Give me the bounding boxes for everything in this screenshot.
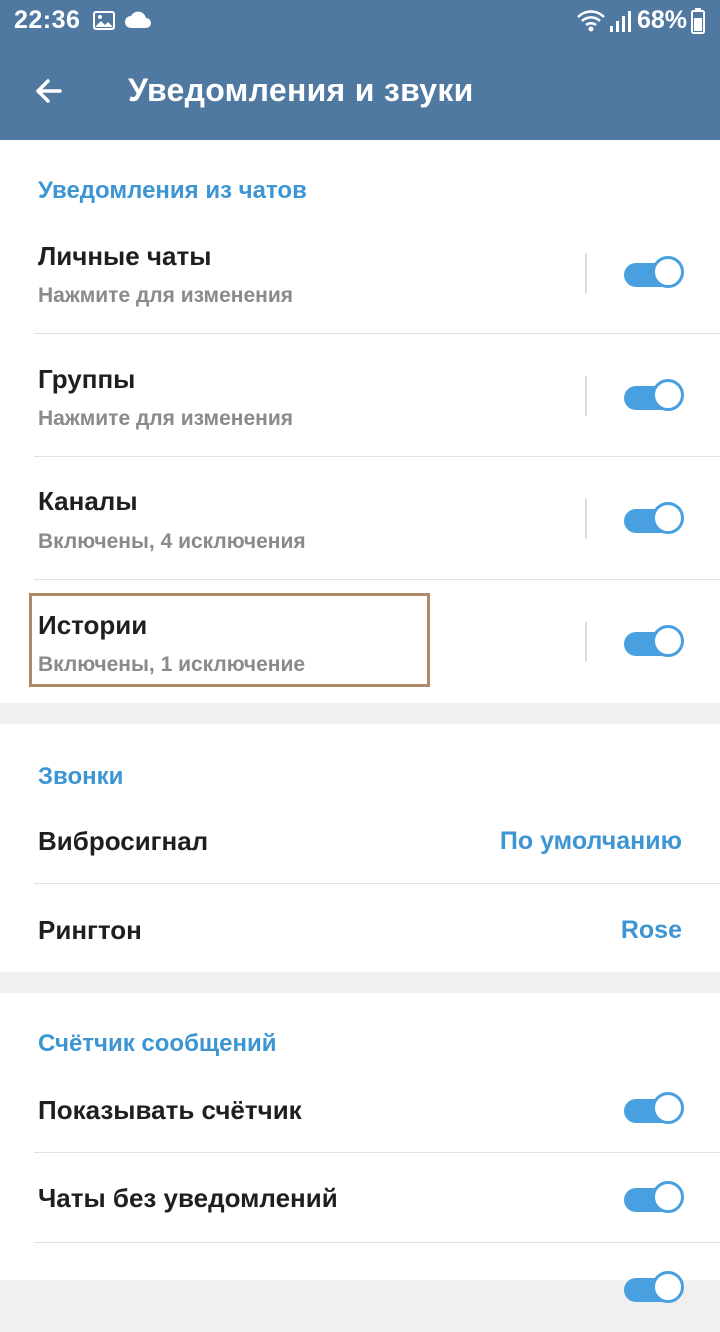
section-header-calls: Звонки	[38, 763, 124, 790]
toggle-knob	[652, 502, 684, 534]
row-vibration[interactable]: Вибросигнал По умолчанию	[0, 794, 720, 883]
toggle-knob	[652, 1181, 684, 1213]
row-separator	[585, 499, 587, 539]
signal-icon	[610, 11, 631, 32]
row-groups[interactable]: Группы Нажмите для изменения	[0, 334, 720, 456]
status-time: 22:36	[14, 6, 81, 34]
app-bar: Уведомления и звуки	[0, 42, 720, 140]
status-bar: 22:36 68%	[0, 0, 720, 42]
row-subtitle: Включены, 4 исключения	[38, 530, 306, 553]
calls-section: Звонки Вибросигнал По умолчанию Рингтон …	[0, 724, 720, 972]
row-title: Показывать счётчик	[38, 1095, 302, 1125]
row-private-chats[interactable]: Личные чаты Нажмите для изменения	[0, 210, 720, 333]
private-chats-toggle[interactable]	[624, 256, 684, 288]
message-counter-section: Счётчик сообщений Показывать счётчик Чат…	[0, 993, 720, 1303]
row-title: Вибросигнал	[38, 826, 209, 856]
image-icon	[93, 11, 115, 30]
row-subtitle: Нажмите для изменения	[38, 407, 293, 430]
row-ringtone[interactable]: Рингтон Rose	[0, 884, 720, 972]
channels-toggle[interactable]	[624, 502, 684, 534]
row-title: Личные чаты	[38, 241, 212, 271]
toggle-knob	[652, 256, 684, 288]
groups-toggle[interactable]	[624, 379, 684, 411]
section-header-chats: Уведомления из чатов	[38, 177, 307, 204]
row-muted-chats[interactable]: Чаты без уведомлений	[0, 1153, 720, 1242]
row-title: Группы	[38, 364, 136, 394]
row-title: Рингтон	[38, 915, 142, 945]
battery-percent: 68%	[637, 6, 688, 34]
toggle-knob	[652, 1092, 684, 1124]
ringtone-value: Rose	[620, 916, 682, 944]
row-title: Чаты без уведомлений	[38, 1183, 338, 1213]
toggle-knob	[652, 379, 684, 411]
wifi-icon	[577, 10, 605, 32]
row-separator	[585, 622, 587, 662]
back-button[interactable]	[26, 68, 72, 114]
row-channels[interactable]: Каналы Включены, 4 исключения	[0, 457, 720, 579]
arrow-left-icon	[36, 79, 62, 103]
toggle-knob	[652, 1271, 684, 1303]
row-separator	[585, 253, 587, 293]
row-title: Каналы	[38, 486, 138, 516]
row-show-counter[interactable]: Показывать счётчик	[0, 1063, 720, 1152]
stories-toggle[interactable]	[624, 625, 684, 657]
cloud-icon	[125, 11, 151, 28]
section-header-counter: Счётчик сообщений	[38, 1030, 277, 1057]
vibration-value: По умолчанию	[499, 827, 682, 855]
row-subtitle: Нажмите для изменения	[38, 284, 293, 307]
row-separator	[585, 376, 587, 416]
partial-row-toggle[interactable]	[624, 1271, 684, 1303]
muted-chats-toggle[interactable]	[624, 1181, 684, 1213]
show-counter-toggle[interactable]	[624, 1092, 684, 1124]
row-partial[interactable]	[0, 1243, 720, 1332]
highlight-box	[29, 593, 430, 687]
toggle-knob	[652, 625, 684, 657]
page-title: Уведомления и звуки	[128, 72, 474, 108]
battery-icon	[691, 8, 705, 34]
